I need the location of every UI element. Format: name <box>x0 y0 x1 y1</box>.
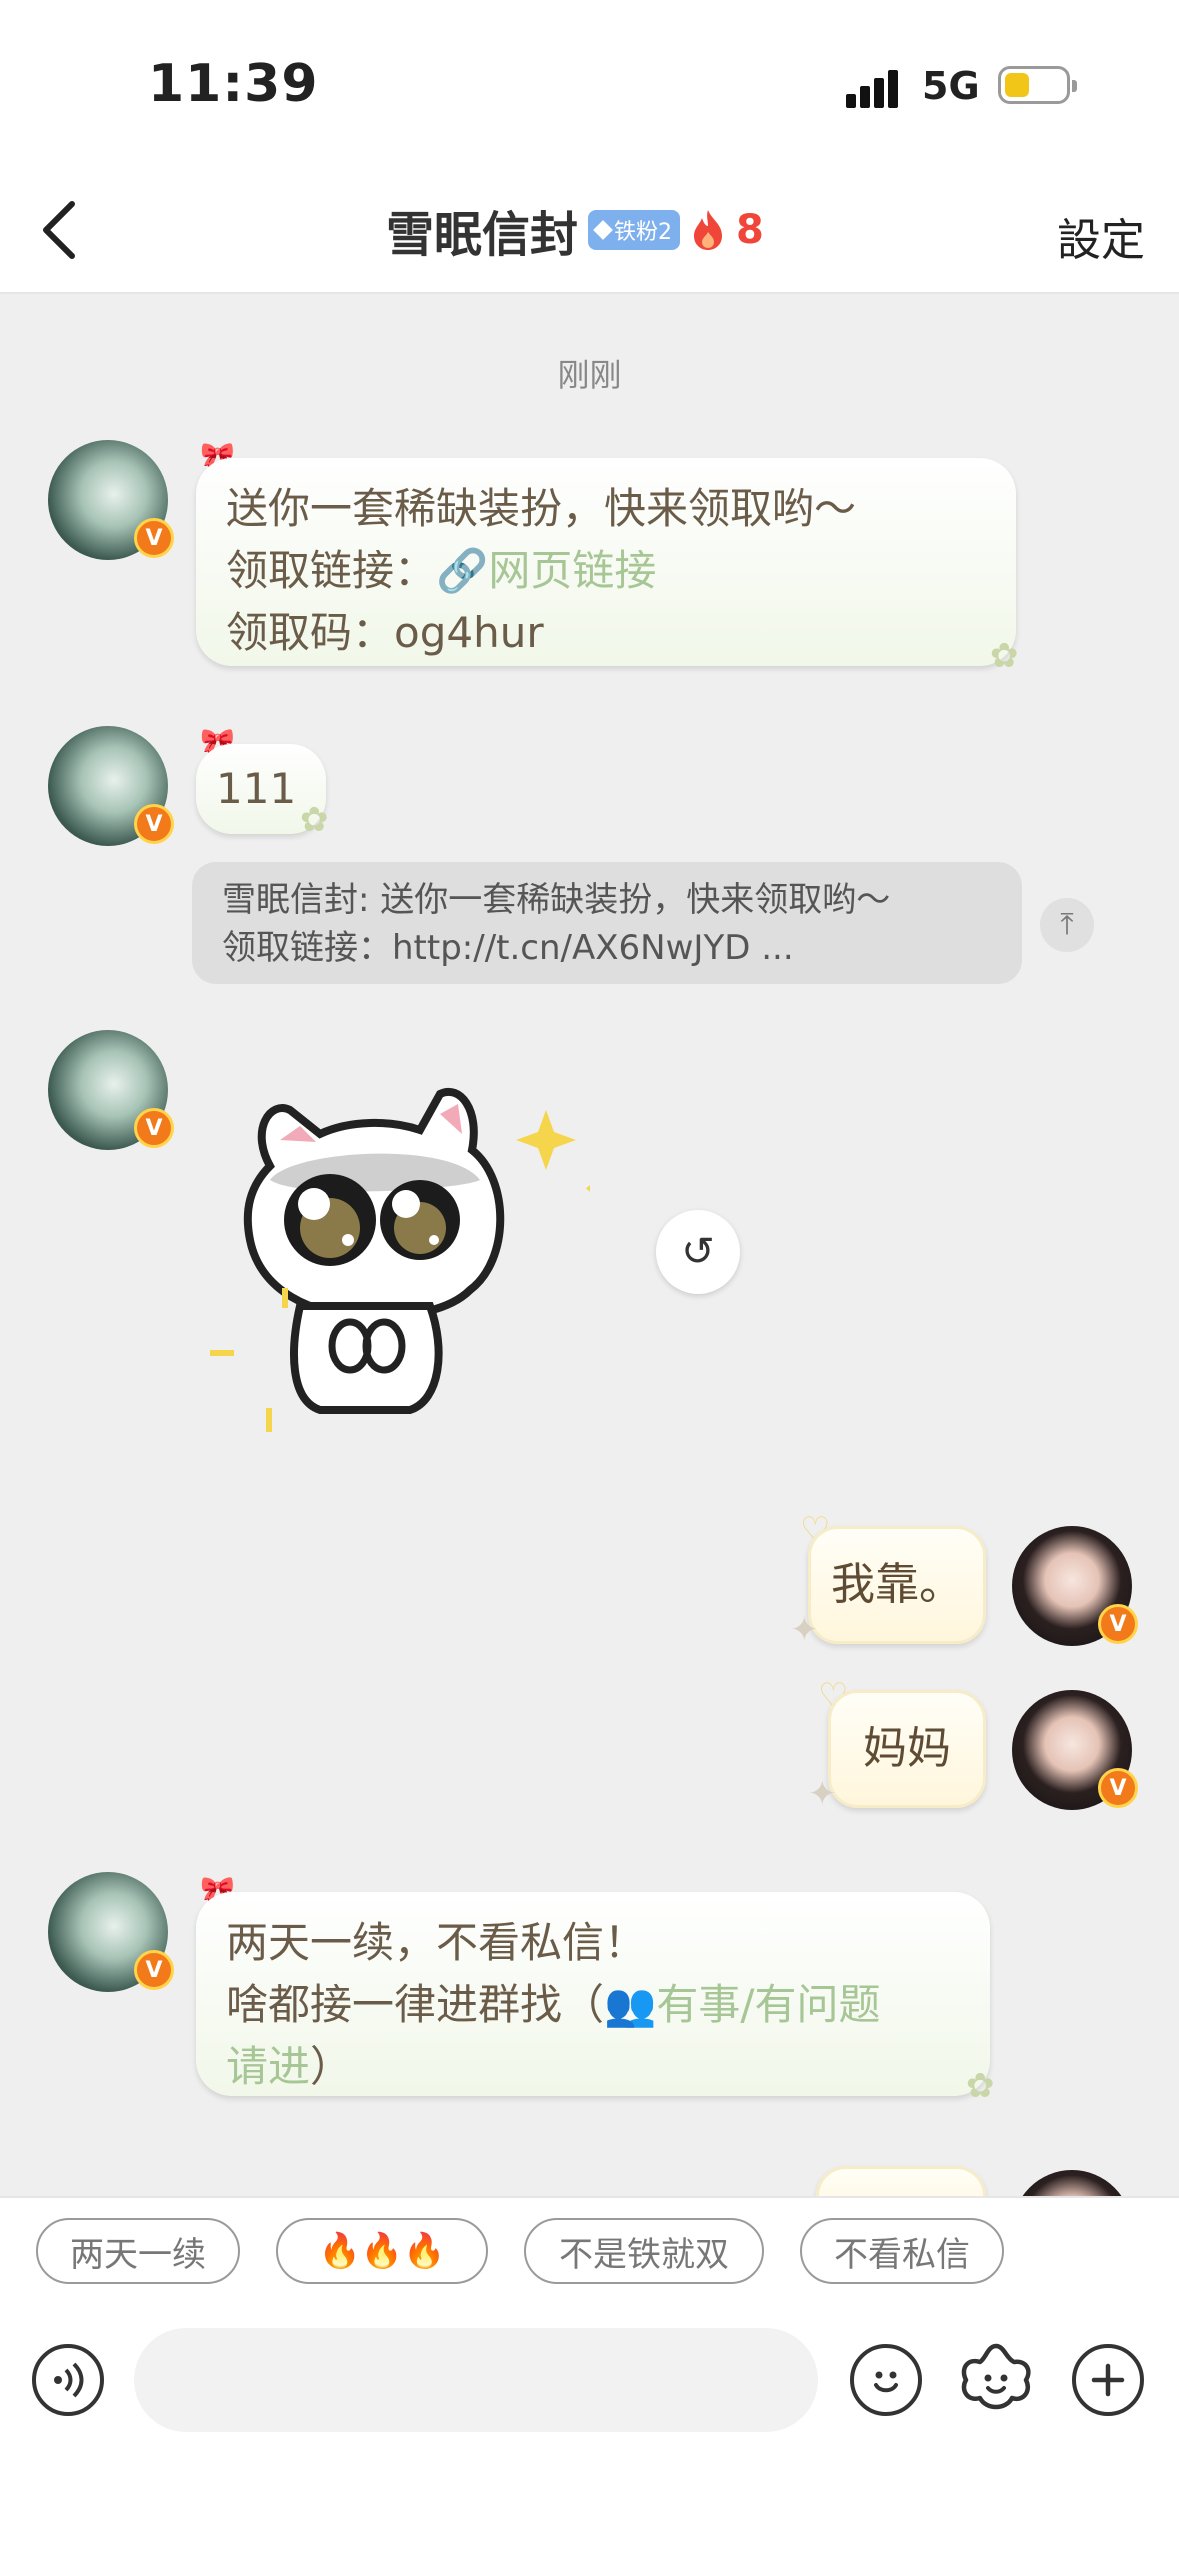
message-bubble[interactable]: 送你一套稀缺装扮，快来领取哟～ 领取链接：🔗网页链接 领取码：og4hur <box>196 458 1016 666</box>
message-text: 111 <box>216 764 297 813</box>
fire-count: 8 <box>736 207 764 253</box>
diamond-icon <box>593 220 613 240</box>
group-icon: 👥 <box>604 1980 657 2029</box>
back-button[interactable] <box>28 190 98 270</box>
sticker-glyph <box>961 2343 1031 2410</box>
signal-icon <box>846 68 910 108</box>
message-timestamp: 刚刚 <box>557 356 622 394</box>
scroll-top-icon[interactable]: ⤒ <box>1040 898 1094 952</box>
message-text: 请进） <box>226 2036 960 2098</box>
fan-badge-label: 铁粉2 <box>614 220 673 245</box>
message-bubble[interactable]: 两天一续，不看私信！ 啥都接一律进群找（👥有事/有问题 请进） <box>196 1892 990 2096</box>
avatar[interactable]: V <box>48 440 174 560</box>
message-text: 领取链接：🔗网页链接 <box>226 540 986 602</box>
undo-icon[interactable]: ↺ <box>656 1210 740 1294</box>
quick-reply-chip[interactable]: 🔥🔥🔥 <box>276 2218 488 2284</box>
avatar[interactable]: V <box>1012 1690 1138 1810</box>
fish-decoration-icon: ✦ <box>808 1774 837 1814</box>
avatar[interactable]: V <box>1012 1526 1138 1646</box>
avatar[interactable]: V <box>48 726 174 846</box>
status-bar: 11:39 5G <box>0 0 1179 170</box>
message-text: 妈妈 <box>863 1723 951 1774</box>
quoted-text: 雪眠信封: 送你一套稀缺装扮，快来领取哟～ <box>222 880 891 920</box>
chevron-left-icon <box>43 201 75 259</box>
verified-badge-icon: V <box>1098 1768 1138 1808</box>
clover-decoration-icon: ✿ <box>300 800 329 840</box>
group-link[interactable]: 有事/有问题 <box>656 1980 880 2029</box>
chat-title: 雪眠信封 <box>386 207 579 263</box>
emoji-icon[interactable] <box>850 2344 922 2416</box>
message-text: 两天一续，不看私信！ <box>226 1918 647 1967</box>
message-text-part: ） <box>310 2042 353 2091</box>
message-text-part: 啥都接一律进群找（ <box>226 1980 605 2029</box>
clover-decoration-icon: ✿ <box>966 2066 995 2106</box>
cat-sticker[interactable] <box>210 1070 590 1460</box>
avatar[interactable]: V <box>48 1030 174 1150</box>
plus-glyph <box>1091 2363 1125 2397</box>
clover-decoration-icon: ✿ <box>990 636 1019 676</box>
message-text: 我靠。 <box>831 1559 963 1610</box>
message-text: 领取码：og4hur <box>226 608 544 657</box>
link-icon: 🔗 <box>436 546 489 595</box>
emoji-glyph <box>874 2371 898 2393</box>
message-bubble[interactable]: 妈妈 <box>828 1690 986 1808</box>
verified-badge-icon: V <box>134 804 174 844</box>
avatar[interactable]: V <box>48 1872 174 1992</box>
message-text: 送你一套稀缺装扮，快来领取哟～ <box>226 484 857 533</box>
group-link-continued[interactable]: 请进 <box>226 2042 310 2091</box>
quick-reply-chip[interactable]: 不是铁就双 <box>524 2218 764 2284</box>
web-link[interactable]: 网页链接 <box>488 546 656 595</box>
verified-badge-icon: V <box>134 1108 174 1148</box>
quick-reply-chip[interactable]: 两天一续 <box>36 2218 240 2284</box>
input-row <box>0 2328 1179 2448</box>
battery-icon <box>998 66 1077 104</box>
status-time: 11:39 <box>148 54 319 114</box>
verified-badge-icon: V <box>134 518 174 558</box>
composer-area: 两天一续 🔥🔥🔥 不是铁就双 不看私信 <box>0 2196 1179 2558</box>
sticker-icon[interactable] <box>956 2340 1036 2420</box>
nav-bar: 雪眠信封 铁粉2 8 設定 <box>0 170 1179 294</box>
verified-badge-icon: V <box>134 1950 174 1990</box>
plus-icon[interactable] <box>1072 2344 1144 2416</box>
network-type: 5G <box>922 64 980 108</box>
voice-icon[interactable] <box>32 2344 104 2416</box>
message-text: 啥都接一律进群找（👥有事/有问题 <box>226 1974 960 2036</box>
quoted-message[interactable]: 雪眠信封: 送你一套稀缺装扮，快来领取哟～ 领取链接：http://t.cn/A… <box>192 862 1022 984</box>
message-bubble[interactable]: 我靠。 <box>808 1526 986 1644</box>
fish-decoration-icon: ✦ <box>790 1610 819 1650</box>
quoted-text: 领取链接：http://t.cn/AX6NwJYD ... <box>222 928 794 968</box>
fan-badge: 铁粉2 <box>588 210 681 250</box>
settings-button[interactable]: 設定 <box>1057 204 1145 268</box>
voice-glyph <box>54 2362 84 2398</box>
chat-title-group[interactable]: 雪眠信封 铁粉2 8 <box>386 200 764 263</box>
verified-badge-icon: V <box>1098 1604 1138 1644</box>
quick-reply-chip[interactable]: 不看私信 <box>800 2218 1004 2284</box>
link-label: 领取链接： <box>226 546 437 595</box>
fire-icon <box>694 210 723 250</box>
message-input[interactable] <box>134 2328 818 2432</box>
